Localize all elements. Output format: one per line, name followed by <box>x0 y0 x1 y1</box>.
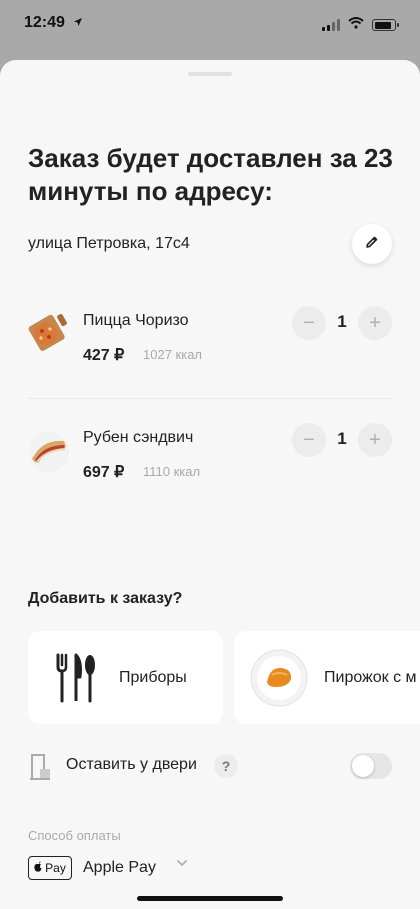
apple-pay-badge: Pay <box>28 856 72 880</box>
minus-icon: − <box>303 312 315 334</box>
cellular-signal-icon <box>322 19 340 31</box>
pizza-image <box>26 312 72 358</box>
status-icons <box>322 16 399 34</box>
cart-item: Рубен сэндвич 697 ₽ 1110 ккал − 1 + <box>0 423 420 519</box>
payment-caption: Способ оплаты <box>28 828 121 843</box>
cart-item: Пицца Чоризо 427 ₽ 1027 ккал − 1 + <box>0 306 420 402</box>
clock-text: 12:49 <box>24 14 65 31</box>
minus-icon: − <box>303 429 315 451</box>
addon-label: Пирожок с м <box>324 669 417 686</box>
order-title: Заказ будет доставлен за 23 минуты по ад… <box>28 143 393 206</box>
item-kcal: 1027 ккал <box>143 347 203 362</box>
delivery-address: улица Петровка, 17с4 <box>28 235 190 252</box>
item-name: Пицца Чоризо <box>83 312 189 329</box>
toggle-knob <box>352 755 374 777</box>
status-bar: 12:49 <box>0 0 420 52</box>
quantity-value: 1 <box>337 312 347 331</box>
leave-at-door-row: Оставить у двери ? <box>0 748 420 784</box>
apple-icon <box>34 861 43 875</box>
cutlery-icon <box>54 653 98 708</box>
item-kcal: 1110 ккал <box>143 464 201 479</box>
chevron-down-icon <box>176 856 188 868</box>
item-divider <box>28 398 392 399</box>
pay-badge-text: Pay <box>45 861 66 875</box>
sandwich-image <box>26 429 72 475</box>
addons-title: Добавить к заказу? <box>28 590 183 607</box>
door-icon <box>28 752 52 785</box>
home-indicator <box>137 896 283 901</box>
addon-card-pie[interactable]: Пирожок с м <box>234 631 420 724</box>
payment-method-label: Apple Pay <box>83 859 156 876</box>
plus-icon: + <box>369 312 381 334</box>
leave-at-door-label: Оставить у двери <box>66 756 197 773</box>
payment-method-selector[interactable]: Pay Apple Pay <box>28 854 228 882</box>
pie-icon <box>250 649 308 712</box>
plus-icon: + <box>369 429 381 451</box>
wifi-icon <box>348 16 364 34</box>
location-arrow-icon <box>73 16 83 30</box>
addon-label: Приборы <box>119 669 187 686</box>
item-name: Рубен сэндвич <box>83 429 194 446</box>
pencil-icon <box>365 235 379 254</box>
leave-at-door-toggle[interactable] <box>350 753 392 779</box>
quantity-value: 1 <box>337 429 347 448</box>
increase-quantity-button[interactable]: + <box>358 423 392 457</box>
addon-card-cutlery[interactable]: Приборы <box>28 631 223 724</box>
increase-quantity-button[interactable]: + <box>358 306 392 340</box>
battery-icon <box>372 19 399 31</box>
decrease-quantity-button[interactable]: − <box>292 423 326 457</box>
item-price: 427 ₽ <box>83 347 125 364</box>
decrease-quantity-button[interactable]: − <box>292 306 326 340</box>
order-sheet: Заказ будет доставлен за 23 минуты по ад… <box>0 60 420 909</box>
edit-address-button[interactable] <box>352 224 392 264</box>
help-button[interactable]: ? <box>214 754 238 778</box>
status-time: 12:49 <box>24 14 83 32</box>
item-price: 697 ₽ <box>83 464 125 481</box>
sheet-grabber[interactable] <box>188 72 232 76</box>
